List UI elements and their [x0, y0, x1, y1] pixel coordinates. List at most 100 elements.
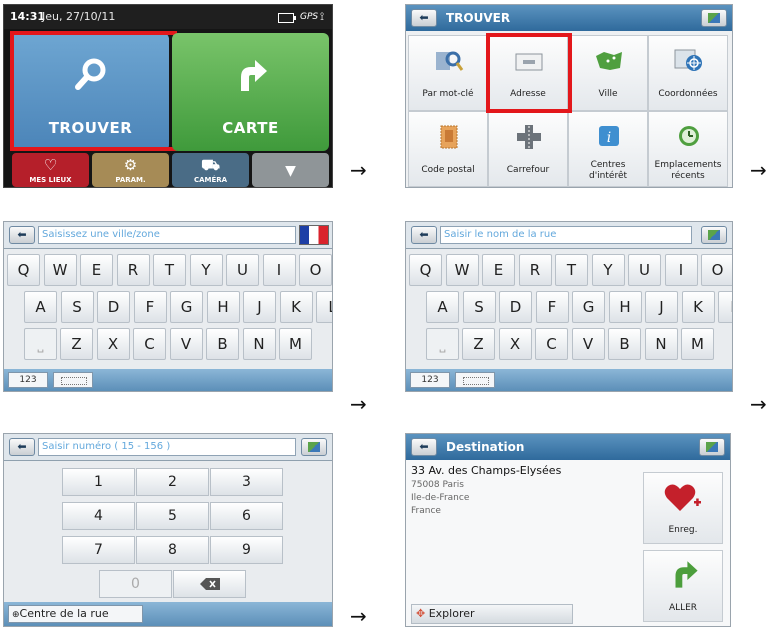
tile-label: Coordonnées [658, 89, 718, 99]
key-a[interactable]: A [24, 291, 57, 323]
key-k[interactable]: K [279, 291, 313, 323]
key-u[interactable]: U [628, 254, 661, 286]
key-j[interactable]: J [243, 291, 276, 323]
key-s[interactable]: S [462, 291, 496, 323]
keyboard-footer: 123 [406, 369, 732, 391]
space-key[interactable]: ⎵ [24, 328, 57, 360]
numbers-button[interactable]: 123 [8, 372, 48, 388]
key-8[interactable]: 8 [136, 536, 209, 564]
key-c[interactable]: C [535, 328, 568, 360]
back-button[interactable]: ⬅ [9, 226, 35, 244]
key-o[interactable]: O [299, 254, 332, 286]
key-x[interactable]: X [96, 328, 130, 360]
key-z[interactable]: Z [462, 328, 495, 360]
map-button[interactable] [301, 438, 327, 456]
street-input[interactable]: Saisir le nom de la rue [440, 226, 692, 244]
back-button[interactable]: ⬅ [411, 9, 437, 27]
key-y[interactable]: Y [591, 254, 625, 286]
key-q[interactable]: Q [7, 254, 40, 286]
keyboard-layout-button[interactable] [455, 372, 495, 388]
key-l[interactable]: L [316, 291, 332, 323]
key-e[interactable]: E [482, 254, 515, 286]
key-w[interactable]: W [43, 254, 77, 286]
key-f[interactable]: F [133, 291, 167, 323]
key-k[interactable]: K [681, 291, 715, 323]
france-flag-icon[interactable] [299, 225, 329, 245]
recent-places-tile[interactable]: Emplacements récents [648, 111, 728, 187]
map-button[interactable] [701, 9, 727, 27]
key-5[interactable]: 5 [136, 502, 209, 530]
points-of-interest-tile[interactable]: i Centres d'intérêt [568, 111, 648, 187]
key-h[interactable]: H [206, 291, 240, 323]
keyboard-layout-button[interactable] [53, 372, 93, 388]
key-r[interactable]: R [116, 254, 150, 286]
key-3[interactable]: 3 [210, 468, 283, 496]
key-g[interactable]: G [170, 291, 203, 323]
key-1[interactable]: 1 [62, 468, 135, 496]
city-input[interactable]: Saisissez une ville/zone [38, 226, 296, 244]
back-button[interactable]: ⬅ [411, 226, 437, 244]
key-6[interactable]: 6 [210, 502, 283, 530]
key-w[interactable]: W [445, 254, 479, 286]
save-button[interactable]: Enreg. [643, 472, 723, 544]
map-button[interactable] [701, 226, 727, 244]
key-t[interactable]: T [153, 254, 186, 286]
back-button[interactable]: ⬅ [9, 438, 35, 456]
key-v[interactable]: V [169, 328, 203, 360]
my-places-button[interactable]: ♡ MES LIEUX [12, 153, 89, 187]
map-tile-button[interactable]: CARTE [172, 33, 329, 151]
key-s[interactable]: S [60, 291, 94, 323]
house-number-input[interactable]: Saisir numéro ( 15 - 156 ) [38, 438, 296, 456]
key-e[interactable]: E [80, 254, 113, 286]
key-x[interactable]: X [498, 328, 532, 360]
explorer-button[interactable]: ✥ Explorer [411, 604, 573, 624]
street-keyboard-screen: ⬅ Saisir le nom de la rue 123 QWERTYUIOP… [405, 221, 733, 392]
key-j[interactable]: J [645, 291, 678, 323]
city-tile[interactable]: Ville [568, 35, 648, 111]
key-l[interactable]: L [718, 291, 732, 323]
key-2[interactable]: 2 [136, 468, 209, 496]
key-b[interactable]: B [608, 328, 641, 360]
space-key[interactable]: ⎵ [426, 328, 459, 360]
key-h[interactable]: H [608, 291, 642, 323]
key-4[interactable]: 4 [62, 502, 135, 530]
key-i[interactable]: I [262, 254, 296, 286]
flow-arrow: → [750, 392, 767, 416]
more-button[interactable]: ▼ [252, 153, 329, 187]
key-0[interactable]: 0 [99, 570, 172, 598]
key-u[interactable]: U [226, 254, 259, 286]
key-z[interactable]: Z [60, 328, 93, 360]
key-f[interactable]: F [535, 291, 569, 323]
key-i[interactable]: I [664, 254, 698, 286]
back-button[interactable]: ⬅ [411, 438, 437, 456]
numbers-button[interactable]: 123 [410, 372, 450, 388]
key-m[interactable]: M [279, 328, 312, 360]
key-q[interactable]: Q [409, 254, 442, 286]
backspace-button[interactable] [173, 570, 246, 598]
key-9[interactable]: 9 [210, 536, 283, 564]
key-7[interactable]: 7 [62, 536, 135, 564]
street-centre-button[interactable]: ⊕Centre de la rue [8, 605, 143, 623]
key-v[interactable]: V [571, 328, 605, 360]
key-r[interactable]: R [518, 254, 552, 286]
map-button[interactable] [699, 438, 725, 456]
camera-button[interactable]: ⛟ CAMÉRA [172, 153, 249, 187]
coordinates-tile[interactable]: Coordonnées [648, 35, 728, 111]
key-d[interactable]: D [499, 291, 532, 323]
key-y[interactable]: Y [189, 254, 223, 286]
key-c[interactable]: C [133, 328, 166, 360]
key-m[interactable]: M [681, 328, 714, 360]
key-d[interactable]: D [97, 291, 130, 323]
key-n[interactable]: N [644, 328, 678, 360]
key-o[interactable]: O [701, 254, 732, 286]
key-t[interactable]: T [555, 254, 588, 286]
postcode-tile[interactable]: Code postal [408, 111, 488, 187]
keyword-search-tile[interactable]: Par mot-clé [408, 35, 488, 111]
key-n[interactable]: N [242, 328, 276, 360]
key-g[interactable]: G [572, 291, 605, 323]
go-button[interactable]: ALLER [643, 550, 723, 622]
key-a[interactable]: A [426, 291, 459, 323]
junction-tile[interactable]: Carrefour [488, 111, 568, 187]
key-b[interactable]: B [206, 328, 239, 360]
settings-button[interactable]: ⚙ PARAM. [92, 153, 169, 187]
